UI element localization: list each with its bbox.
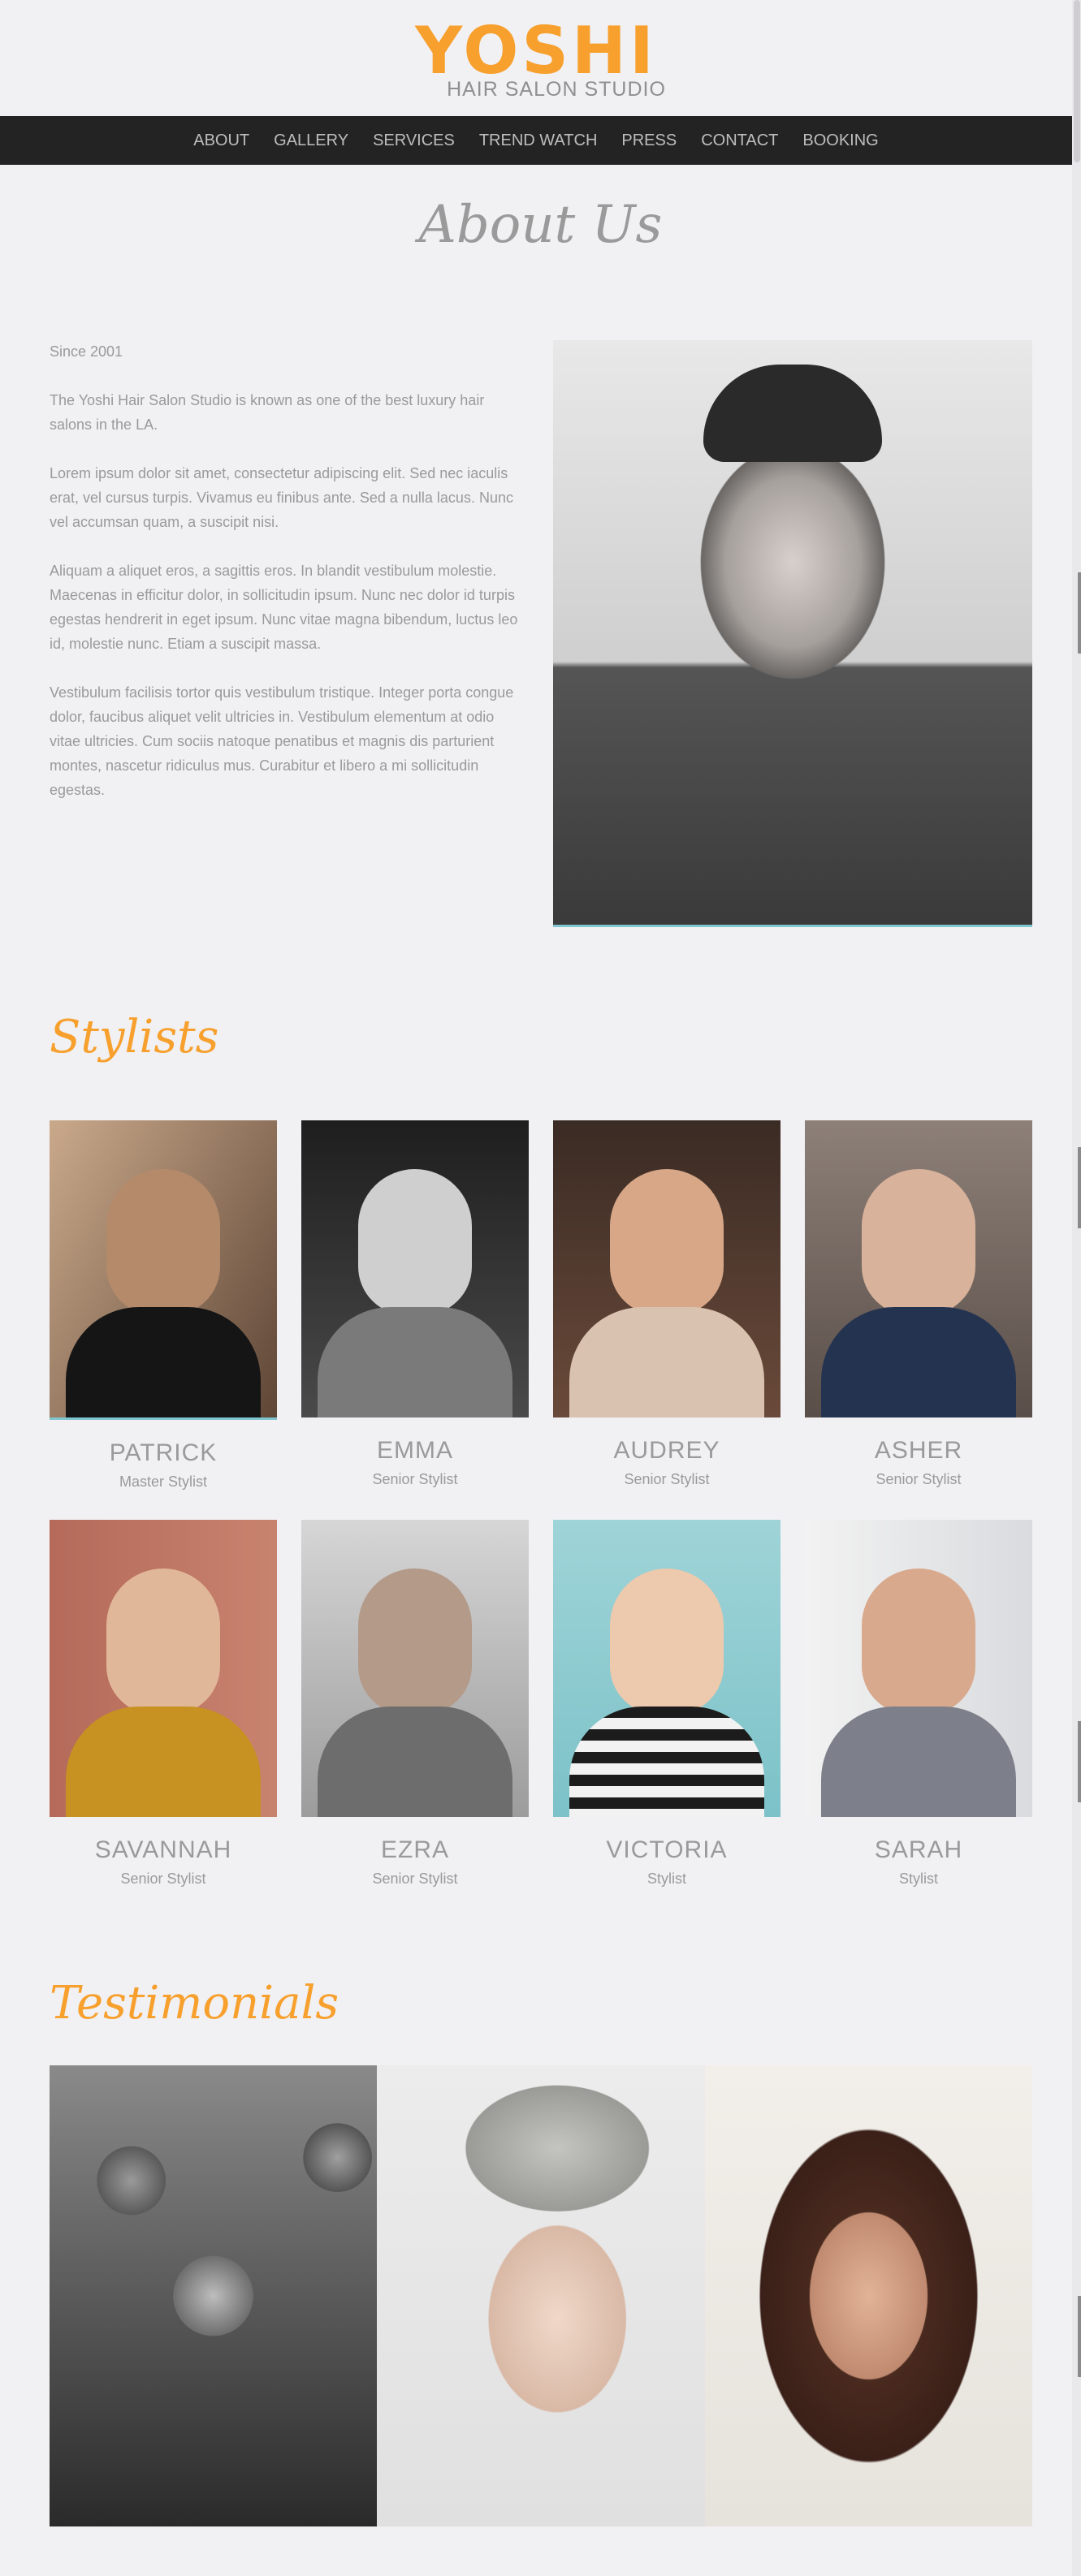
stylist-photo[interactable]: [805, 1520, 1032, 1817]
testimonial-photo[interactable]: [377, 2065, 705, 2526]
nav-about[interactable]: ABOUT: [193, 132, 249, 150]
testimonial-photo[interactable]: [704, 2065, 1032, 2526]
site-header: YOSHI HAIR SALON STUDIO: [0, 0, 1072, 116]
stylist-photo[interactable]: [553, 1120, 780, 1417]
scrollbar-marker: [1078, 2296, 1081, 2377]
about-title: About Us: [418, 195, 663, 255]
stylist-photo[interactable]: [553, 1520, 780, 1817]
logo-brand[interactable]: YOSHI: [0, 15, 1072, 88]
stylist-role: Senior Stylist: [372, 1471, 458, 1487]
scrollbar-marker: [1078, 1721, 1081, 1802]
stylist-name: VICTORIA: [606, 1836, 728, 1863]
stylist-card-audrey[interactable]: AUDREY Senior Stylist: [553, 1120, 780, 1488]
scrollbar-marker: [1078, 1147, 1081, 1228]
logo-tagline: HAIR SALON STUDIO: [447, 78, 666, 101]
stylist-photo[interactable]: [50, 1120, 277, 1420]
nav-booking[interactable]: BOOKING: [802, 132, 878, 150]
about-paragraph: Lorem ipsum dolor sit amet, consectetur …: [50, 465, 513, 530]
stylist-card-asher[interactable]: ASHER Senior Stylist: [805, 1120, 1032, 1488]
stylist-role: Senior Stylist: [120, 1871, 206, 1887]
about-portrait-photo: [553, 340, 1032, 927]
stylist-name: ASHER: [874, 1437, 963, 1464]
stylist-role: Senior Stylist: [372, 1871, 458, 1887]
stylist-photo[interactable]: [50, 1520, 277, 1817]
nav-services[interactable]: SERVICES: [373, 132, 455, 150]
stylist-card-victoria[interactable]: VICTORIA Stylist: [553, 1520, 780, 1888]
stylist-photo[interactable]: [301, 1520, 529, 1817]
stylist-role: Senior Stylist: [876, 1471, 962, 1487]
stylist-card-savannah[interactable]: SAVANNAH Senior Stylist: [50, 1520, 277, 1888]
stylist-role: Stylist: [898, 1871, 938, 1887]
stylist-name: AUDREY: [613, 1437, 720, 1464]
stylist-name: SAVANNAH: [94, 1836, 232, 1863]
stylist-role: Senior Stylist: [624, 1471, 710, 1487]
stylist-card-emma[interactable]: EMMA Senior Stylist: [301, 1120, 529, 1488]
nav-contact[interactable]: CONTACT: [701, 132, 778, 150]
nav-gallery[interactable]: GALLERY: [274, 132, 348, 150]
stylist-role: Master Stylist: [119, 1474, 208, 1490]
about-text: Since 2001 The Yoshi Hair Salon Studio i…: [50, 339, 525, 826]
testimonials-title: Testimonials: [50, 1977, 339, 2030]
stylist-name: PATRICK: [109, 1439, 218, 1466]
stylist-role: Stylist: [646, 1871, 686, 1887]
main-nav: ABOUT GALLERY SERVICES TREND WATCH PRESS…: [0, 116, 1072, 165]
about-since: Since 2001: [50, 343, 123, 360]
stylist-name: EZRA: [380, 1836, 449, 1863]
page-scrollbar[interactable]: [1072, 0, 1081, 2576]
nav-press[interactable]: PRESS: [621, 132, 677, 150]
stylist-card-sarah[interactable]: SARAH Stylist: [805, 1520, 1032, 1888]
stylist-card-ezra[interactable]: EZRA Senior Stylist: [301, 1520, 529, 1888]
testimonial-photo[interactable]: [50, 2065, 378, 2526]
stylist-name: SARAH: [874, 1836, 963, 1863]
stylist-photo[interactable]: [301, 1120, 529, 1417]
testimonials-gallery: [50, 2065, 1032, 2526]
stylist-name: EMMA: [377, 1437, 453, 1464]
stylist-photo[interactable]: [805, 1120, 1032, 1417]
about-paragraph: Vestibulum facilisis tortor quis vestibu…: [50, 684, 514, 798]
about-paragraph: Aliquam a aliquet eros, a sagittis eros.…: [50, 563, 518, 652]
nav-trend-watch[interactable]: TREND WATCH: [479, 132, 598, 150]
stylists-title: Stylists: [50, 1011, 219, 1064]
about-paragraph: The Yoshi Hair Salon Studio is known as …: [50, 392, 485, 433]
scrollbar-marker: [1078, 572, 1081, 654]
stylist-card-patrick[interactable]: PATRICK Master Stylist: [50, 1120, 277, 1491]
